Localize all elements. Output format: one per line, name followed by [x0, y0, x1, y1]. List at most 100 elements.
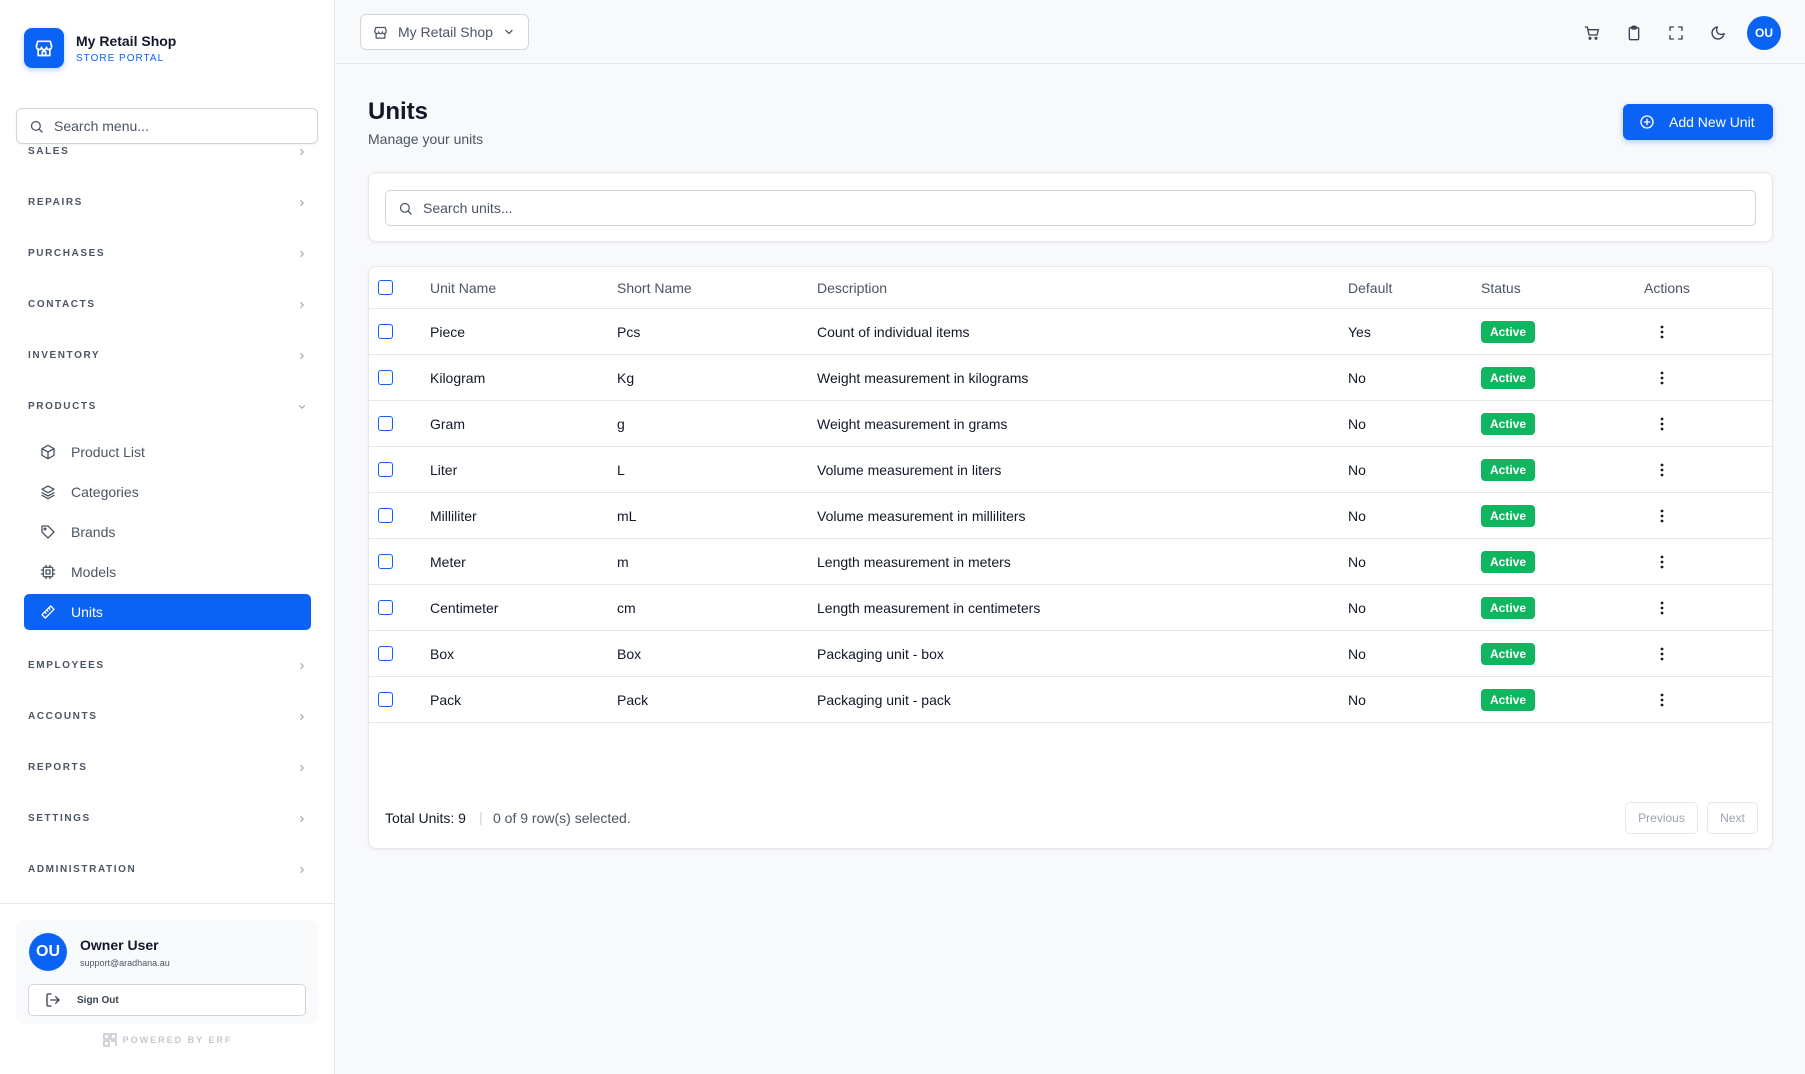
table-row: Centimeter cm Length measurement in cent… [369, 585, 1772, 631]
add-new-unit-button[interactable]: Add New Unit [1623, 104, 1773, 140]
chevron-down-icon [297, 402, 307, 412]
row-checkbox[interactable] [378, 508, 393, 523]
description-cell: Volume measurement in milliliters [817, 507, 1026, 524]
table-row: Liter L Volume measurement in liters No … [369, 447, 1772, 493]
column-header-unit-name[interactable]: Unit Name [430, 267, 496, 308]
row-actions-button[interactable] [1654, 401, 1670, 446]
add-new-unit-label: Add New Unit [1669, 114, 1755, 130]
status-badge: Active [1481, 596, 1536, 619]
row-checkbox[interactable] [378, 324, 393, 339]
column-header-description[interactable]: Description [817, 267, 887, 308]
previous-button[interactable]: Previous [1625, 802, 1698, 834]
sidebar-item-models[interactable]: Models [24, 554, 311, 590]
column-header-short-name[interactable]: Short Name [617, 267, 692, 308]
short-name-cell: Kg [617, 369, 635, 386]
description-cell: Weight measurement in grams [817, 415, 1008, 432]
short-name-cell: g [617, 415, 625, 432]
row-checkbox[interactable] [378, 554, 393, 569]
cpu-icon [40, 564, 56, 580]
status-badge: Active [1481, 366, 1536, 389]
column-header-status[interactable]: Status [1481, 267, 1521, 308]
select-all-checkbox[interactable] [378, 280, 393, 295]
description-cell: Length measurement in centimeters [817, 599, 1041, 616]
sidebar: My Retail Shop STORE PORTAL SALES REPAIRS… [0, 0, 335, 1074]
sidebar-item-product-list[interactable]: Product List [24, 434, 311, 470]
theme-toggle-button[interactable] [1697, 17, 1739, 49]
sidebar-section-inventory[interactable]: INVENTORY [0, 330, 335, 381]
row-checkbox[interactable] [378, 462, 393, 477]
row-checkbox[interactable] [378, 600, 393, 615]
sidebar-section-contacts[interactable]: CONTACTS [0, 279, 335, 330]
sidebar-section-products[interactable]: PRODUCTS [0, 381, 335, 432]
sidebar-section-accounts[interactable]: ACCOUNTS [0, 691, 335, 742]
row-actions-button[interactable] [1654, 585, 1670, 630]
description-cell: Packaging unit - pack [817, 691, 951, 708]
fullscreen-button[interactable] [1655, 17, 1697, 49]
chevron-right-icon [297, 814, 307, 824]
row-actions-button[interactable] [1654, 355, 1670, 400]
row-checkbox[interactable] [378, 646, 393, 661]
user-card: OU Owner User support@aradhana.au Sign O… [16, 920, 318, 1024]
row-checkbox[interactable] [378, 416, 393, 431]
chevron-right-icon [297, 198, 307, 208]
row-checkbox[interactable] [378, 370, 393, 385]
unit-name-cell: Box [430, 645, 455, 662]
clipboard-button[interactable] [1613, 17, 1655, 49]
sidebar-section-sales[interactable]: SALES [0, 146, 335, 177]
unit-name-cell: Centimeter [430, 599, 499, 616]
row-actions-button[interactable] [1654, 493, 1670, 538]
shop-selector[interactable]: My Retail Shop [360, 14, 529, 50]
default-cell: No [1348, 415, 1366, 432]
sidebar-section-label: PRODUCTS [28, 401, 97, 412]
avatar[interactable]: OU [29, 933, 67, 971]
sidebar-menu: SALES REPAIRS PURCHASES CONTACTS INVENTORY PR… [0, 146, 335, 891]
unit-name-cell: Milliliter [430, 507, 477, 524]
row-checkbox[interactable] [378, 692, 393, 707]
cart-button[interactable] [1571, 17, 1613, 49]
row-actions-button[interactable] [1654, 447, 1670, 492]
short-name-cell: Box [617, 645, 642, 662]
table-row: Meter m Length measurement in meters No … [369, 539, 1772, 585]
moon-icon [1711, 26, 1725, 40]
sidebar-section-purchases[interactable]: PURCHASES [0, 228, 335, 279]
next-button[interactable]: Next [1707, 802, 1758, 834]
row-actions-button[interactable] [1654, 539, 1670, 584]
powered-by-text: POWERED BY ERF [122, 1035, 233, 1045]
sidebar-item-brands[interactable]: Brands [24, 514, 311, 550]
brand[interactable]: My Retail Shop STORE PORTAL [24, 28, 176, 68]
status-badge: Active [1481, 504, 1536, 527]
sidebar-section-repairs[interactable]: REPAIRS [0, 177, 335, 228]
short-name-cell: cm [617, 599, 636, 616]
sign-out-label: Sign Out [77, 994, 119, 1006]
row-actions-button[interactable] [1654, 309, 1670, 354]
column-header-default[interactable]: Default [1348, 267, 1392, 308]
chevron-right-icon [297, 249, 307, 259]
sign-out-button[interactable]: Sign Out [28, 984, 306, 1016]
sidebar-item-label: Units [71, 604, 103, 620]
default-cell: No [1348, 507, 1366, 524]
row-actions-button[interactable] [1654, 631, 1670, 676]
sidebar-section-employees[interactable]: EMPLOYEES [0, 640, 335, 691]
top-bar: My Retail Shop OU [336, 0, 1805, 64]
sidebar-item-units[interactable]: Units [24, 594, 311, 630]
menu-search-input[interactable] [54, 118, 294, 134]
row-actions-button[interactable] [1654, 677, 1670, 722]
sidebar-section-settings[interactable]: SETTINGS [0, 793, 335, 844]
more-vertical-icon [1660, 371, 1664, 384]
table-row: Kilogram Kg Weight measurement in kilogr… [369, 355, 1772, 401]
header-avatar[interactable]: OU [1747, 16, 1781, 50]
sidebar-item-categories[interactable]: Categories [24, 474, 311, 510]
menu-search [16, 108, 318, 144]
table-footer: Total Units: 9 | 0 of 9 row(s) selected.… [369, 786, 1772, 848]
units-search-input[interactable] [423, 200, 1723, 216]
sidebar-footer: OU Owner User support@aradhana.au Sign O… [0, 903, 335, 1047]
more-vertical-icon [1660, 509, 1664, 522]
brand-name: My Retail Shop [76, 32, 177, 49]
sidebar-section-reports[interactable]: REPORTS [0, 742, 335, 793]
default-cell: Yes [1348, 323, 1371, 340]
more-vertical-icon [1660, 693, 1664, 706]
chevron-right-icon [297, 865, 307, 875]
sidebar-section-administration[interactable]: ADMINISTRATION [0, 844, 335, 891]
selection-count: 0 of 9 row(s) selected. [493, 810, 631, 826]
default-cell: No [1348, 553, 1366, 570]
